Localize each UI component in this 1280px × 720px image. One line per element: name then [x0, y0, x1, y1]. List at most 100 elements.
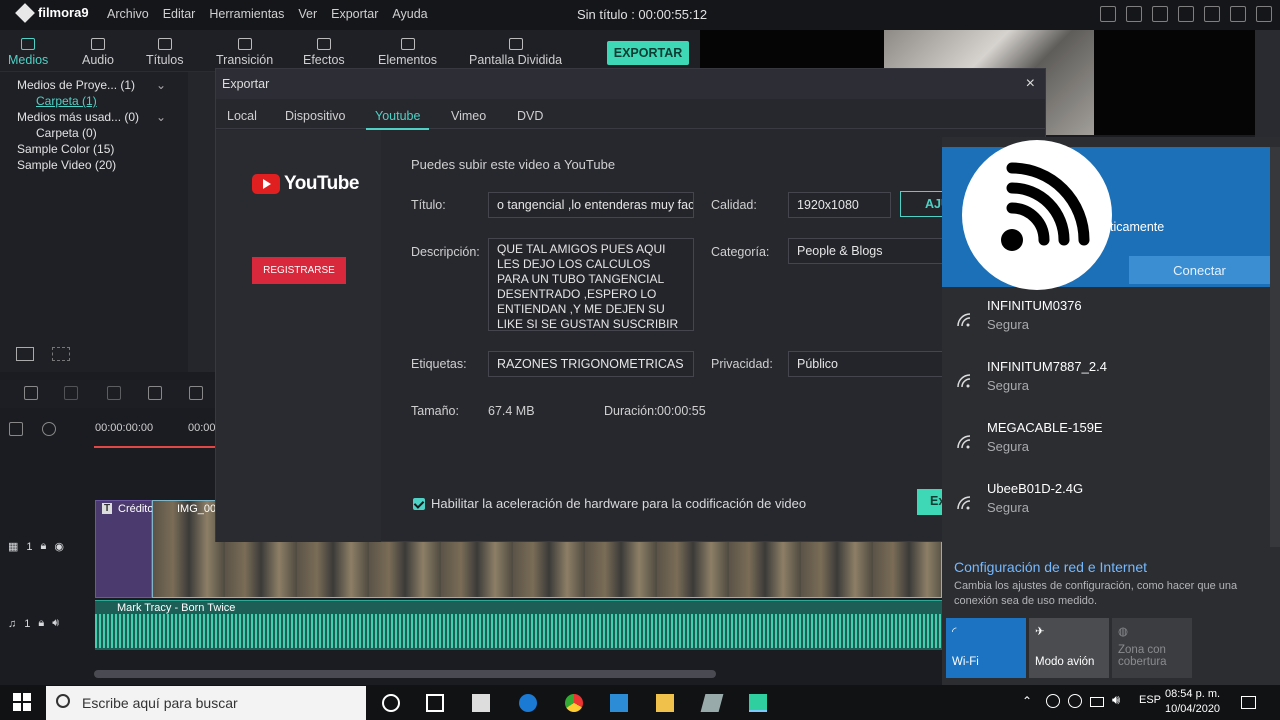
download-icon[interactable] [1178, 6, 1194, 22]
mail-icon[interactable] [1152, 6, 1168, 22]
tags-input[interactable]: RAZONES TRIGONOMETRICAS [488, 351, 694, 377]
tab-audio[interactable]: Audio [82, 38, 114, 67]
globe-icon[interactable] [1068, 694, 1082, 708]
flyout-scrollbar[interactable] [1270, 147, 1280, 547]
media-most-used-item[interactable]: Medios más usad... (0) [17, 110, 139, 124]
description-textarea[interactable]: QUE TAL AMIGOS PUES AQUI LES DEJO LOS CA… [488, 238, 694, 331]
menu-exportar[interactable]: Exportar [331, 7, 378, 21]
tile-airplane-label: Modo avión [1035, 656, 1095, 668]
tab-transicion-label: Transición [216, 53, 274, 67]
adjust-icon[interactable] [189, 386, 203, 400]
task-view-icon[interactable] [426, 694, 444, 712]
menu-herramientas[interactable]: Herramientas [209, 7, 284, 21]
tile-airplane-mode[interactable]: ✈ Modo avión [1029, 618, 1109, 678]
eye-icon[interactable]: ◉ [54, 540, 64, 553]
windows-start-icon[interactable] [13, 693, 31, 711]
chevron-down-icon[interactable]: ⌄ [156, 110, 166, 124]
tab-transicion[interactable]: Transición [216, 38, 273, 68]
wifi-network-item[interactable]: MEGACABLE-159E Segura [942, 416, 1270, 474]
minimize-icon[interactable] [1204, 6, 1220, 22]
mail-app-icon[interactable] [472, 694, 490, 712]
delete-icon[interactable] [107, 386, 121, 400]
menu-ayuda[interactable]: Ayuda [392, 7, 427, 21]
filmora-taskbar-icon[interactable] [749, 694, 767, 712]
tile-hotspot[interactable]: ◍ Zona con cobertura [1112, 618, 1192, 678]
size-label: Tamaño: [411, 404, 459, 418]
media-folder-empty-item[interactable]: Carpeta (0) [36, 126, 97, 140]
media-preview-strip [188, 72, 216, 372]
audio-clip-label: Mark Tracy - Born Twice [117, 602, 236, 614]
chevron-down-icon[interactable]: ⌄ [156, 78, 166, 92]
cut-icon[interactable] [148, 386, 162, 400]
wifi-icon-graphic [1001, 162, 1090, 251]
chevron-up-icon[interactable]: ⌃ [1022, 694, 1032, 708]
tile-wifi-label: Wi-Fi [952, 656, 979, 668]
file-explorer-icon[interactable] [656, 694, 674, 712]
video-track-header: ▦ 1 🔒︎ ◉ [8, 540, 64, 553]
link-icon[interactable] [42, 422, 56, 436]
timeline-scrollbar[interactable] [94, 670, 716, 678]
store-icon[interactable] [610, 694, 628, 712]
taskbar-search-input[interactable]: Escribe aquí para buscar [46, 686, 366, 720]
add-track-icon[interactable] [9, 422, 23, 436]
tab-pantalla-dividida[interactable]: Pantalla Dividida [469, 38, 562, 68]
network-settings-link[interactable]: Configuración de red e Internet [954, 559, 1147, 575]
close-icon[interactable] [1256, 6, 1272, 22]
youtube-logo: YouTube [252, 173, 359, 195]
lock-icon[interactable]: 🔒︎ [41, 540, 47, 553]
hw-acceleration-checkbox[interactable] [413, 497, 425, 510]
video-track-number: 1 [26, 540, 33, 553]
media-project-item[interactable]: Medios de Proye... (1) [17, 78, 135, 92]
connect-button[interactable]: Conectar [1129, 256, 1270, 284]
network-security: Segura [987, 378, 1029, 393]
tab-dvd[interactable]: DVD [517, 109, 543, 123]
quality-select[interactable]: 1920x1080 [788, 192, 891, 218]
tab-vimeo[interactable]: Vimeo [451, 109, 486, 123]
hw-acceleration-option[interactable]: Habilitar la aceleración de hardware par… [413, 496, 806, 511]
input-language[interactable]: ESP [1139, 694, 1161, 706]
title-clip[interactable]: T Crédito [95, 500, 153, 598]
tab-dispositivo[interactable]: Dispositivo [285, 109, 345, 123]
lock-icon[interactable]: 🔒︎ [38, 617, 44, 630]
menu-ver[interactable]: Ver [298, 7, 317, 21]
redo-icon[interactable] [64, 386, 78, 400]
media-folder-item[interactable]: Carpeta (1) [36, 94, 97, 108]
undo-icon[interactable] [24, 386, 38, 400]
new-folder-icon[interactable] [16, 347, 34, 361]
tab-local[interactable]: Local [227, 109, 257, 123]
tab-medios[interactable]: Medios [8, 38, 48, 67]
save-icon[interactable] [1126, 6, 1142, 22]
speaker-icon[interactable]: 🔊︎ [52, 617, 59, 630]
cloud-icon[interactable] [1046, 694, 1060, 708]
tab-youtube[interactable]: Youtube [366, 109, 430, 130]
tab-efectos[interactable]: Efectos [303, 38, 345, 68]
wifi-network-item[interactable]: UbeeB01D-2.4G Segura [942, 477, 1270, 535]
system-clock[interactable]: 08:54 p. m. 10/04/2020 [1165, 687, 1220, 717]
title-input[interactable]: o tangencial ,lo entenderas muy facil [488, 192, 694, 218]
tile-wifi[interactable]: ◜ Wi-Fi [946, 618, 1026, 678]
privacy-select[interactable]: Público [788, 351, 948, 377]
category-select[interactable]: People & Blogs [788, 238, 948, 264]
maximize-icon[interactable] [1230, 6, 1246, 22]
menu-archivo[interactable]: Archivo [107, 7, 149, 21]
export-button[interactable]: EXPORTAR [607, 41, 689, 65]
tab-titulos[interactable]: Títulos [146, 38, 184, 67]
volume-icon[interactable]: 🔊︎ [1112, 692, 1120, 708]
notifications-icon[interactable] [1241, 696, 1256, 709]
tab-elementos[interactable]: Elementos [378, 38, 437, 68]
timeline-ruler[interactable]: 00:00:00:00 00:00 [94, 418, 216, 448]
register-button[interactable]: REGISTRARSE [252, 257, 346, 284]
menu-editar[interactable]: Editar [163, 7, 196, 21]
media-sample-video-item[interactable]: Sample Video (20) [17, 158, 116, 172]
edge-icon[interactable] [519, 694, 537, 712]
duration-label: Duración: [604, 404, 658, 418]
cortana-icon[interactable] [382, 694, 400, 712]
wifi-network-item[interactable]: INFINITUM7887_2.4 Segura [942, 355, 1270, 413]
delete-folder-icon[interactable] [52, 347, 70, 361]
media-sample-color-item[interactable]: Sample Color (15) [17, 142, 114, 156]
user-icon[interactable] [1100, 6, 1116, 22]
battery-icon[interactable] [1090, 697, 1104, 707]
chrome-icon[interactable] [565, 694, 583, 712]
wifi-network-item[interactable]: INFINITUM0376 Segura [942, 294, 1270, 352]
close-icon[interactable]: × [1026, 75, 1035, 93]
